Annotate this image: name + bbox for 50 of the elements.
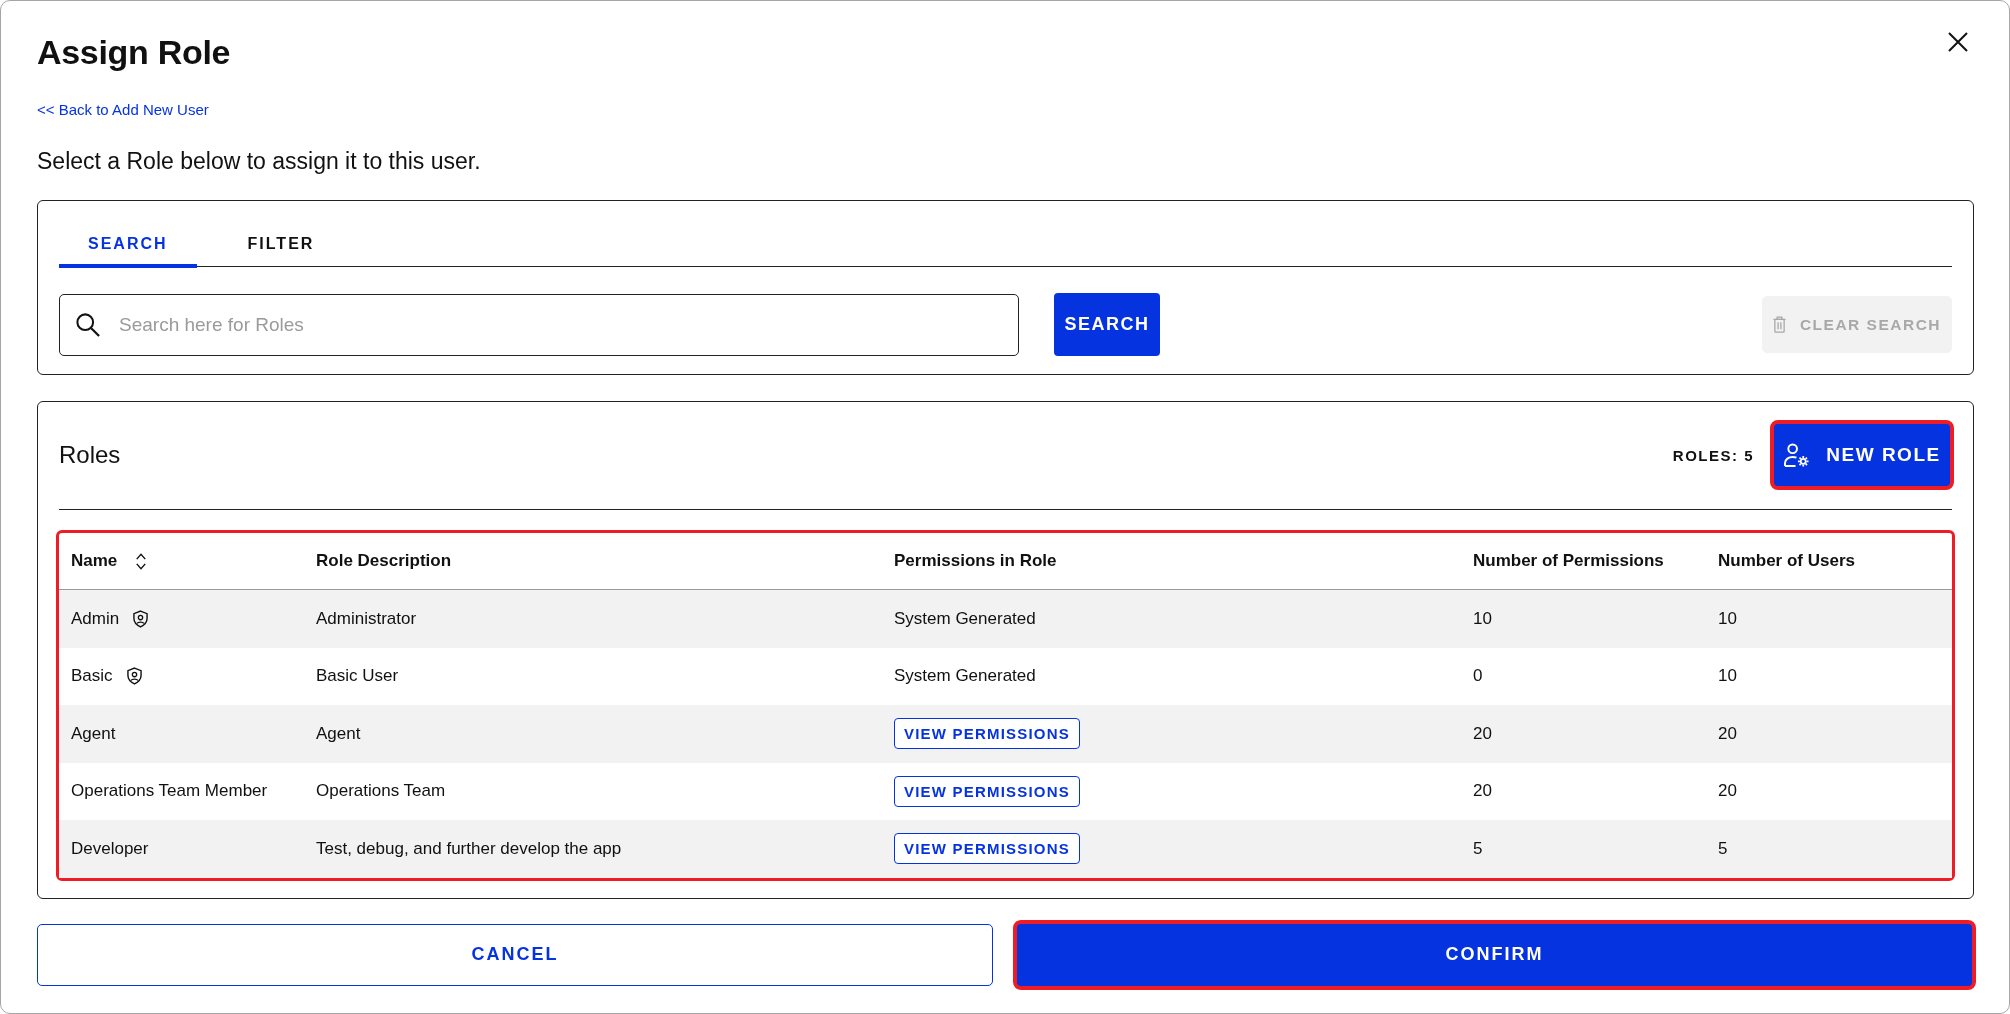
column-header: Number of Permissions [1473, 551, 1664, 571]
search-button[interactable]: SEARCH [1054, 293, 1160, 356]
table-cell: System Generated [894, 666, 1036, 687]
new-role-button[interactable]: NEW ROLE [1770, 420, 1954, 490]
table-cell: Agent [316, 723, 361, 744]
cancel-button[interactable]: CANCEL [37, 923, 993, 986]
view-permissions-button[interactable]: VIEW PERMISSIONS [894, 833, 1080, 865]
user-gear-icon [1783, 442, 1811, 468]
table-cell: Basic [71, 666, 113, 687]
table-cell: 20 [1473, 723, 1492, 744]
search-icon [76, 312, 100, 337]
table-cell: 20 [1473, 781, 1492, 802]
table-cell: 0 [1473, 666, 1483, 687]
table-cell: 5 [1473, 838, 1483, 859]
table-cell: System Generated [894, 608, 1036, 629]
table-row[interactable]: Agent Agent VIEW PERMISSIONS 20 20 [59, 705, 1952, 763]
trash-icon [1772, 316, 1786, 333]
table-cell: Operations Team Member [71, 781, 268, 802]
tab[interactable]: FILTER [218, 223, 344, 268]
sort-icon[interactable] [135, 551, 148, 571]
close-icon[interactable] [1948, 32, 1968, 52]
table-row[interactable]: Admin Administrator System Generated 10 10 [59, 590, 1952, 648]
confirm-button[interactable]: CONFIRM [1013, 919, 1976, 990]
table-cell: 10 [1718, 608, 1737, 629]
table-cell: 20 [1718, 781, 1737, 802]
view-permissions-button[interactable]: VIEW PERMISSIONS [894, 775, 1080, 807]
dialog-title: Assign Role [37, 32, 231, 73]
instruction-text: Select a Role below to assign it to this user. [37, 147, 482, 176]
table-cell: Admin [71, 608, 120, 629]
table-cell: Agent [71, 723, 116, 744]
table-cell: 10 [1473, 608, 1492, 629]
column-header: Permissions in Role [894, 551, 1057, 571]
search-field[interactable]: Search here for Roles [59, 293, 1019, 356]
table-cell: Administrator [316, 608, 417, 629]
view-permissions-button[interactable]: VIEW PERMISSIONS [894, 718, 1080, 750]
tab[interactable]: SEARCH [59, 223, 197, 268]
column-header: Number of Users [1718, 551, 1855, 571]
table-cell: Test, debug, and further develop the app [316, 838, 622, 859]
table-cell: Operations Team [316, 781, 446, 802]
table-cell: Developer [71, 838, 149, 859]
panel-title: Roles [59, 441, 121, 469]
roles-count: ROLES: 5 [1672, 446, 1754, 464]
table-cell: Basic User [316, 666, 399, 687]
table-cell: 20 [1718, 723, 1737, 744]
table-cell: 5 [1718, 838, 1728, 859]
table-row[interactable]: Developer Test, debug, and further develop the app VIEW PERMISSIONS 5 5 [59, 820, 1952, 878]
column-header: Role Description [316, 551, 452, 571]
column-header[interactable]: Name [71, 551, 148, 571]
table-cell: 10 [1718, 666, 1737, 687]
back-link[interactable]: << Back to Add New User [37, 100, 209, 120]
